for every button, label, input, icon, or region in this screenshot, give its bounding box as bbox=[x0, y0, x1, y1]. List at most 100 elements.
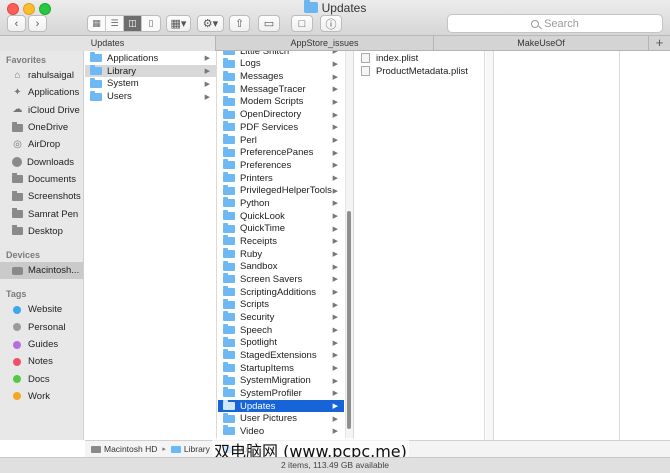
sidebar-item-screenshots[interactable]: Screenshots bbox=[0, 188, 83, 205]
file-list-item[interactable]: Updates ▶ bbox=[218, 399, 344, 413]
sidebar-tag-docs[interactable]: Docs bbox=[0, 370, 83, 387]
sidebar-item-macintosh-hd[interactable]: Macintosh... bbox=[0, 261, 83, 280]
file-list-item[interactable]: Little Snitch ▶ bbox=[218, 51, 344, 58]
file-list-item[interactable]: StartupItems ▶ bbox=[218, 362, 344, 375]
sidebar-item-icloud-drive[interactable]: ☁ iCloud Drive bbox=[0, 102, 83, 119]
sidebar-tag-guides[interactable]: Guides bbox=[0, 336, 83, 353]
file-list-item[interactable]: Ruby ▶ bbox=[218, 248, 344, 261]
disclosure-arrow-icon: ▶ bbox=[332, 175, 338, 182]
share-button[interactable]: ⇧ bbox=[229, 15, 250, 32]
file-list-item[interactable]: Printers ▶ bbox=[218, 172, 344, 185]
file-list-item[interactable]: PrivilegedHelperTools ▶ bbox=[218, 184, 344, 197]
file-list-item[interactable]: SystemMigration ▶ bbox=[218, 374, 344, 387]
tab-updates[interactable]: Updates bbox=[0, 36, 216, 51]
sidebar-tag-website[interactable]: Website bbox=[0, 301, 83, 318]
disclosure-arrow-icon: ▶ bbox=[332, 263, 338, 271]
search-field[interactable]: Search bbox=[447, 14, 663, 33]
sidebar-tag-work[interactable]: Work bbox=[0, 388, 83, 405]
tag-color-dot-icon bbox=[13, 375, 21, 384]
disclosure-arrow-icon: ▶ bbox=[332, 137, 338, 144]
file-list-item[interactable]: Users ▶ bbox=[85, 90, 216, 103]
sidebar-item-onedrive[interactable]: OneDrive bbox=[0, 119, 83, 136]
path-item-library[interactable]: Library bbox=[184, 444, 210, 454]
folder-icon bbox=[223, 286, 235, 297]
file-list-item[interactable]: OpenDirectory ▶ bbox=[218, 108, 344, 121]
sidebar-item-airdrop[interactable]: ◎ AirDrop bbox=[0, 136, 83, 153]
disclosure-arrow-icon: ▶ bbox=[332, 339, 338, 347]
sidebar-item-downloads[interactable]: Downloads bbox=[0, 153, 83, 170]
file-list-item[interactable]: MessageTracer ▶ bbox=[218, 83, 344, 96]
disclosure-arrow-icon: ▶ bbox=[332, 124, 338, 132]
file-list-item[interactable]: Scripts ▶ bbox=[218, 298, 344, 311]
file-list-item[interactable]: Screen Savers ▶ bbox=[218, 273, 344, 286]
edit-tags-button[interactable]: ▭ bbox=[258, 15, 280, 32]
tab-makeuseof[interactable]: MakeUseOf bbox=[434, 36, 649, 51]
file-list-item[interactable]: User Pictures ▶ bbox=[218, 412, 344, 425]
folder-icon bbox=[223, 425, 235, 436]
file-list-item[interactable]: Sandbox ▶ bbox=[218, 260, 344, 273]
folder-icon bbox=[223, 108, 235, 119]
document-icon bbox=[361, 66, 370, 77]
tag-color-dot-icon bbox=[13, 340, 21, 349]
sidebar-item-documents[interactable]: Documents bbox=[0, 171, 83, 188]
scrollbar-thumb[interactable] bbox=[347, 211, 351, 429]
list-view-button[interactable]: ☰ bbox=[106, 16, 124, 31]
sidebar-item-samrat-pen[interactable]: Samrat Pen bbox=[0, 205, 83, 222]
sidebar-item-home[interactable]: ⌂ rahulsaigal bbox=[0, 67, 83, 84]
downloads-icon bbox=[12, 157, 22, 168]
file-list-item[interactable]: PDF Services ▶ bbox=[218, 121, 344, 134]
file-list-item[interactable]: System ▶ bbox=[85, 77, 216, 91]
chevron-right-icon: › bbox=[35, 17, 40, 30]
icon-view-button[interactable]: ▦ bbox=[88, 16, 106, 31]
sidebar-tag-personal[interactable]: Personal bbox=[0, 319, 83, 336]
folder-icon bbox=[223, 210, 235, 221]
cover-flow-view-button[interactable]: ▯ bbox=[142, 16, 160, 31]
folder-icon bbox=[223, 273, 235, 284]
file-list-item[interactable]: index.plist bbox=[355, 52, 484, 65]
new-tab-button[interactable]: + bbox=[649, 36, 670, 50]
disclosure-arrow-icon: ▶ bbox=[332, 390, 338, 398]
sidebar-item-applications[interactable]: ✦ Applications bbox=[0, 84, 83, 101]
new-folder-button[interactable]: □ bbox=[291, 15, 313, 32]
file-list-item[interactable]: Python ▶ bbox=[218, 197, 344, 210]
file-list-item[interactable]: Video ▶ bbox=[218, 425, 344, 438]
folder-icon bbox=[90, 90, 102, 101]
file-list-item[interactable]: Spotlight ▶ bbox=[218, 336, 344, 349]
forward-button[interactable]: › bbox=[28, 15, 47, 32]
file-list-item[interactable]: Perl ▶ bbox=[218, 134, 344, 147]
folder-icon bbox=[223, 324, 235, 335]
file-list-item[interactable]: PreferencePanes ▶ bbox=[218, 146, 344, 159]
chevron-left-icon: ‹ bbox=[14, 17, 19, 30]
action-button[interactable]: ⚙▾ bbox=[197, 15, 224, 32]
path-item-macintosh-hd[interactable]: Macintosh HD bbox=[104, 444, 157, 454]
disk-icon bbox=[12, 266, 23, 275]
file-list-item[interactable]: Preferences ▶ bbox=[218, 159, 344, 172]
sidebar-item-desktop[interactable]: Desktop bbox=[0, 223, 83, 240]
file-list-item[interactable]: ProductMetadata.plist bbox=[355, 65, 484, 78]
file-list-item[interactable]: Speech ▶ bbox=[218, 324, 344, 337]
file-list-item[interactable]: ScriptingAdditions ▶ bbox=[218, 286, 344, 299]
column-view-button[interactable]: ◫ bbox=[124, 16, 142, 31]
file-list-item[interactable]: Receipts ▶ bbox=[218, 235, 344, 248]
file-list-item[interactable]: Logs ▶ bbox=[218, 57, 344, 71]
file-list-item[interactable]: StagedExtensions ▶ bbox=[218, 349, 344, 362]
file-list-item[interactable]: QuickLook ▶ bbox=[218, 210, 344, 223]
tab-appstore-issues[interactable]: AppStore_issues bbox=[216, 36, 434, 51]
folder-icon bbox=[223, 70, 235, 81]
grid-icon: ▦▾ bbox=[170, 18, 187, 30]
file-list-item[interactable]: Messages ▶ bbox=[218, 70, 344, 83]
file-list-item[interactable]: Applications ▶ bbox=[85, 52, 216, 65]
file-list-item[interactable]: SystemProfiler ▶ bbox=[218, 387, 344, 400]
applications-icon: ✦ bbox=[13, 86, 22, 98]
file-list-item[interactable]: Security ▶ bbox=[218, 311, 344, 324]
back-button[interactable]: ‹ bbox=[7, 15, 26, 32]
sidebar-tag-notes[interactable]: Notes bbox=[0, 353, 83, 370]
disclosure-arrow-icon: ▶ bbox=[332, 352, 338, 360]
file-list-item[interactable]: Library ▶ bbox=[85, 64, 216, 78]
folder-icon bbox=[12, 121, 23, 132]
arrange-button[interactable]: ▦▾ bbox=[166, 15, 191, 32]
file-list-item[interactable]: QuickTime ▶ bbox=[218, 222, 344, 235]
column-resize-strip[interactable] bbox=[486, 51, 494, 440]
get-info-button[interactable]: ⓘ bbox=[320, 15, 342, 32]
file-list-item[interactable]: Modem Scripts ▶ bbox=[218, 95, 344, 109]
